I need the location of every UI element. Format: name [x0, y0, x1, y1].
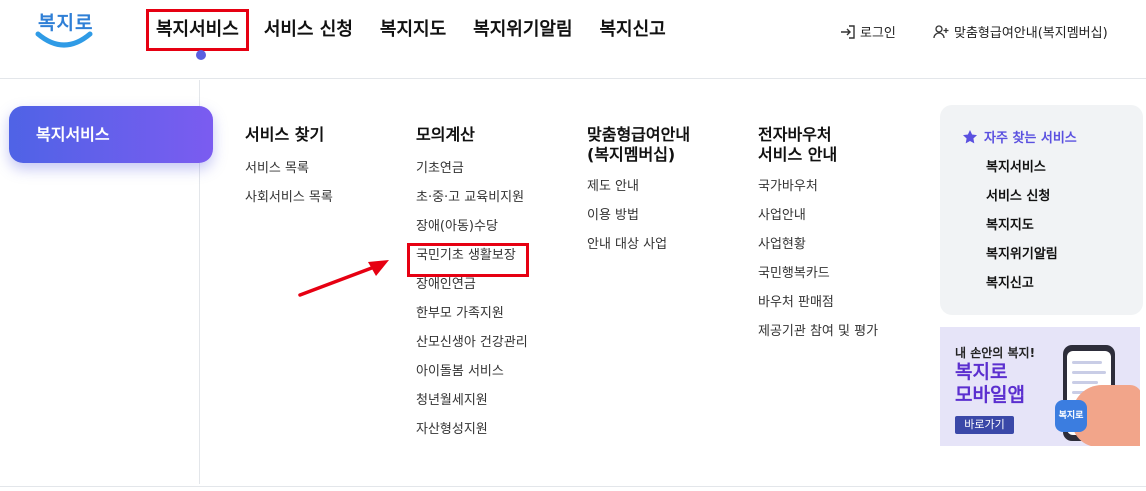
- highlight-box: [407, 243, 529, 277]
- favorite-item[interactable]: 서비스 신청: [986, 189, 1058, 218]
- member-link[interactable]: 맞춤형급여안내(복지멤버십): [933, 22, 1108, 41]
- column-title: 전자바우처 서비스 안내: [758, 125, 838, 164]
- menu-column-service-search: 서비스 찾기 서비스 목록 사회서비스 목록: [245, 125, 333, 219]
- gnb-welfare-service[interactable]: 복지서비스: [146, 9, 249, 51]
- menu-item[interactable]: 안내 대상 사업: [587, 237, 690, 266]
- menu-item[interactable]: 한부모 가족지원: [416, 306, 528, 335]
- login-label: 로그인: [860, 26, 896, 41]
- login-link[interactable]: 로그인: [840, 22, 896, 41]
- gnb-welfare-report[interactable]: 복지신고: [600, 9, 666, 51]
- menu-item[interactable]: 산모신생아 건강관리: [416, 335, 528, 364]
- menu-item[interactable]: 이용 방법: [587, 208, 690, 237]
- menu-item[interactable]: 자산형성지원: [416, 422, 528, 451]
- column-title: 서비스 찾기: [245, 125, 325, 144]
- menu-item[interactable]: 사업현황: [758, 237, 878, 266]
- menu-item[interactable]: 장애인연금: [416, 277, 528, 306]
- side-active-menu[interactable]: 복지서비스: [9, 106, 213, 163]
- gnb-welfare-map[interactable]: 복지지도: [380, 9, 446, 51]
- banner-subtitle: 내 손안의 복지!: [955, 346, 1036, 360]
- menu-item[interactable]: 제공기관 참여 및 평가: [758, 324, 878, 353]
- menu-item[interactable]: 사업안내: [758, 208, 878, 237]
- menu-item[interactable]: 국가바우처: [758, 179, 878, 208]
- favorite-item[interactable]: 복지서비스: [986, 160, 1058, 189]
- banner-go-button[interactable]: 바로가기: [955, 416, 1014, 434]
- logo[interactable]: 복지로: [34, 6, 98, 54]
- bottom-divider: [0, 486, 1146, 491]
- menu-item[interactable]: 국민행복카드: [758, 266, 878, 295]
- menu-item[interactable]: 초·중·고 교육비지원: [416, 190, 528, 219]
- menu-column-voucher: 전자바우처 서비스 안내 국가바우처 사업안내 사업현황 국민행복카드 바우처 …: [758, 125, 878, 353]
- favorite-item[interactable]: 복지위기알림: [986, 247, 1058, 276]
- banner-title: 복지로 모바일앱: [955, 361, 1025, 406]
- menu-column-membership: 맞춤형급여안내 (복지멤버십) 제도 안내 이용 방법 안내 대상 사업: [587, 125, 690, 266]
- favorite-item[interactable]: 복지지도: [986, 218, 1058, 247]
- gnb-crisis-alert[interactable]: 복지위기알림: [473, 9, 572, 51]
- menu-item[interactable]: 제도 안내: [587, 179, 690, 208]
- menu-column-simulation: 모의계산 기초연금 초·중·고 교육비지원 장애(아동)수당 국민기초 생활보장…: [416, 125, 528, 451]
- menu-item[interactable]: 서비스 목록: [245, 161, 333, 190]
- logo-smile-icon: [35, 31, 93, 48]
- active-indicator-dot: [196, 50, 206, 60]
- login-icon: [841, 24, 855, 39]
- mobile-app-banner[interactable]: 내 손안의 복지! 복지로 모바일앱 바로가기 복지로: [940, 327, 1140, 446]
- favorite-services-box: 자주 찾는 서비스 복지서비스 서비스 신청 복지지도 복지위기알림 복지신고: [940, 105, 1143, 315]
- header: 복지로 복지서비스 서비스 신청 복지지도 복지위기알림 복지신고 로그인 맞춤…: [0, 0, 1146, 79]
- favorite-item[interactable]: 복지신고: [986, 276, 1058, 305]
- star-icon: [963, 129, 977, 143]
- user-plus-icon: [933, 24, 949, 38]
- menu-item[interactable]: 청년월세지원: [416, 393, 528, 422]
- menu-item[interactable]: 아이돌봄 서비스: [416, 364, 528, 393]
- menu-item[interactable]: 바우처 판매점: [758, 295, 878, 324]
- arrow-icon: [298, 260, 389, 297]
- side-panel: 복지서비스: [0, 80, 213, 484]
- gnb-service-apply[interactable]: 서비스 신청: [264, 9, 353, 51]
- member-label: 맞춤형급여안내(복지멤버십): [954, 26, 1108, 41]
- menu-item[interactable]: 사회서비스 목록: [245, 190, 333, 219]
- favorite-title-label: 자주 찾는 서비스: [984, 131, 1077, 146]
- menu-item[interactable]: 기초연금: [416, 161, 528, 190]
- app-icon: 복지로: [1055, 400, 1087, 432]
- column-title: 모의계산: [416, 125, 475, 144]
- favorite-title: 자주 찾는 서비스: [962, 127, 1077, 146]
- global-nav: 복지서비스 서비스 신청 복지지도 복지위기알림 복지신고: [146, 8, 693, 52]
- column-title: 맞춤형급여안내 (복지멤버십): [587, 125, 691, 164]
